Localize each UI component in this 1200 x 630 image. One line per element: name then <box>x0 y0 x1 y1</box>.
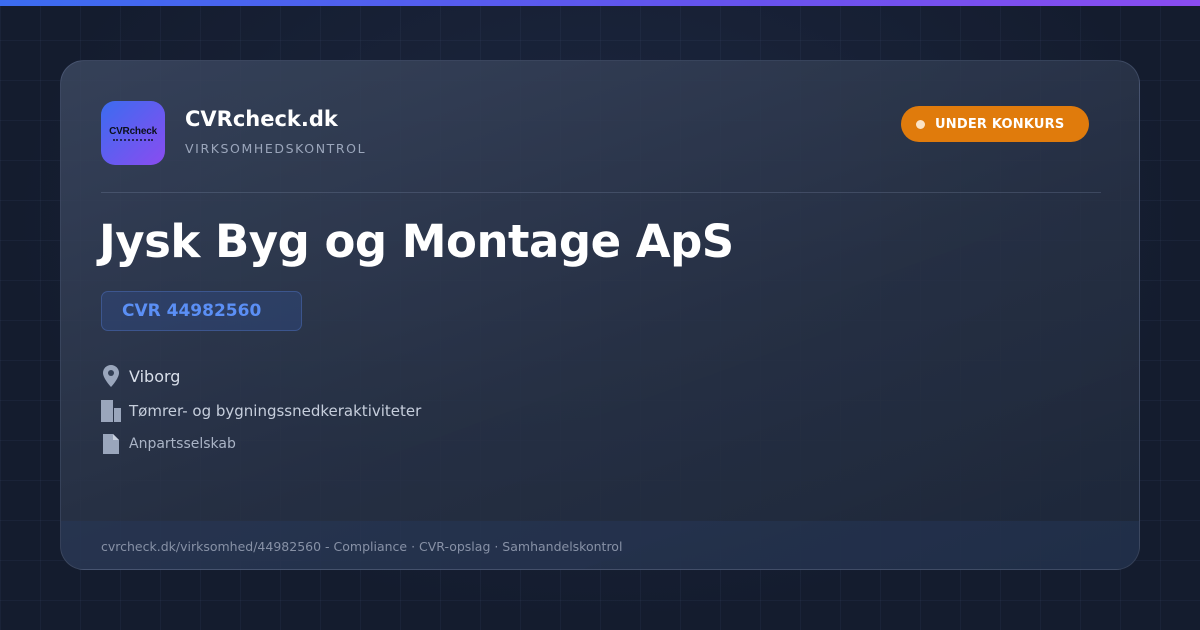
cvr-badge: CVR 44982560 <box>101 291 302 331</box>
building-icon <box>101 399 121 423</box>
status-label: UNDER KONKURS <box>935 116 1065 132</box>
cvr-number: CVR 44982560 <box>122 301 262 321</box>
info-row-city: Viborg <box>101 364 180 388</box>
info-row-industry: Tømrer- og bygningssnedkeraktiviteter <box>101 399 421 423</box>
industry-text: Tømrer- og bygningssnedkeraktiviteter <box>129 402 422 420</box>
status-badge: UNDER KONKURS <box>901 106 1089 142</box>
location-pin-icon <box>101 364 121 388</box>
logo-underline <box>113 138 153 141</box>
footer-text: cvrcheck.dk/virksomhed/44982560 - Compli… <box>101 539 623 554</box>
city-text: Viborg <box>129 366 181 386</box>
brand-name: CVRcheck.dk <box>185 107 338 131</box>
company-card: CVRcheck CVRcheck.dk VIRKSOMHEDSKONTROL … <box>60 60 1140 570</box>
info-row-company-type: Anpartsselskab <box>101 432 236 456</box>
brand-tagline: VIRKSOMHEDSKONTROL <box>185 141 367 156</box>
accent-top-bar <box>0 0 1200 6</box>
card-footer: cvrcheck.dk/virksomhed/44982560 - Compli… <box>61 521 1139 569</box>
share-card-page: CVRcheck CVRcheck.dk VIRKSOMHEDSKONTROL … <box>0 0 1200 630</box>
status-dot-icon <box>916 119 925 129</box>
company-type-text: Anpartsselskab <box>129 436 236 452</box>
company-name: Jysk Byg og Montage ApS <box>99 215 734 268</box>
logo-text: CVRcheck <box>109 125 157 137</box>
document-icon <box>101 432 121 456</box>
header-divider <box>101 192 1101 193</box>
brand-logo: CVRcheck <box>101 101 165 165</box>
